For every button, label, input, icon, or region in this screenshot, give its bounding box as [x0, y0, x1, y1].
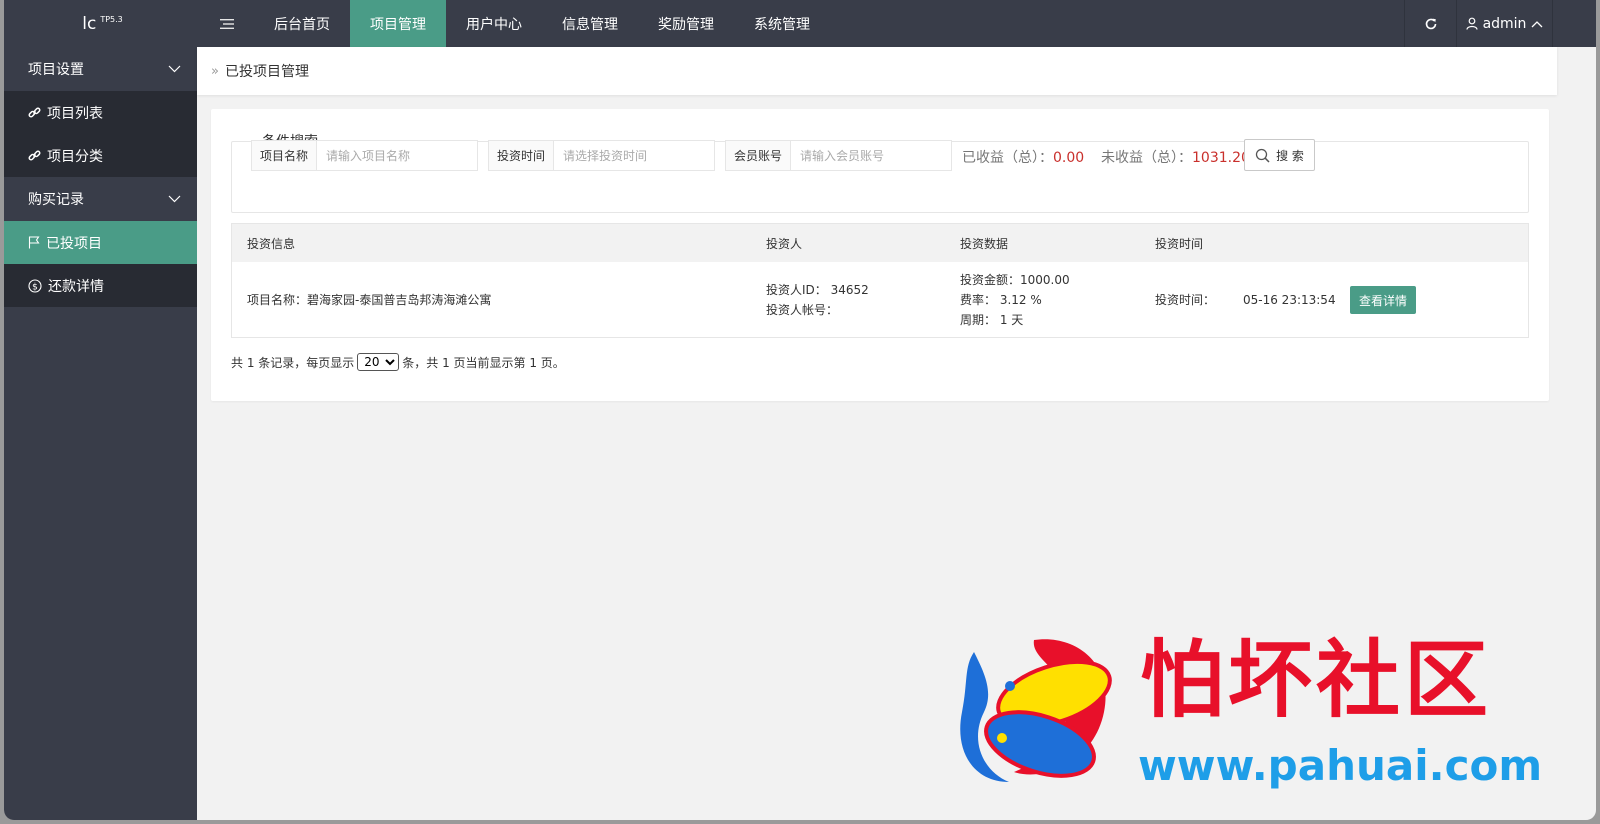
nav-home[interactable]: 后台首页 — [254, 0, 350, 47]
sidebar: 项目设置 项目列表 项目分类 购买记录 已投项目 $ 还款详情 — [4, 47, 197, 820]
app-window: lc TP5.3 后台首页 项目管理 用户中心 信息管理 奖励管理 系统管理 ad… — [4, 0, 1596, 820]
brand-name: lc — [82, 13, 97, 34]
sidebar-item-label: 项目分类 — [47, 148, 103, 165]
search-button-label: 搜 索 — [1276, 148, 1304, 163]
pending-total: 未收益（总）：1031.20 — [1101, 147, 1250, 167]
invest-time-label: 投资时间： — [1155, 292, 1216, 307]
pending-value: 1031.20 — [1192, 150, 1250, 166]
nav-reward-management[interactable]: 奖励管理 — [638, 0, 734, 47]
search-icon — [1255, 148, 1270, 163]
page-size-select[interactable]: 20 — [357, 353, 400, 371]
chevron-up-icon — [1531, 20, 1543, 27]
sidebar-item-repayment-details[interactable]: $ 还款详情 — [4, 264, 197, 307]
sidebar-item-project-list[interactable]: 项目列表 — [4, 91, 197, 134]
sidebar-item-label: 项目列表 — [47, 105, 103, 122]
top-bar: lc TP5.3 后台首页 项目管理 用户中心 信息管理 奖励管理 系统管理 ad… — [4, 0, 1596, 47]
column-header-invest-time: 投资时间 — [1155, 236, 1204, 251]
sidebar-item-project-category[interactable]: 项目分类 — [4, 134, 197, 177]
project-name-value: 项目名称：碧海家园-泰国普吉岛邦涛海滩公寓 — [247, 292, 492, 307]
page-title: 已投项目管理 — [224, 64, 309, 80]
invest-amount: 投资金额：1000.00 — [960, 272, 1070, 287]
search-button[interactable]: 搜 索 — [1244, 139, 1315, 171]
chevron-down-icon — [168, 195, 181, 203]
column-header-invest-data: 投资数据 — [960, 236, 1009, 251]
invest-time-input[interactable] — [554, 141, 714, 170]
project-name-field: 项目名称 — [251, 140, 478, 171]
invest-table: 投资信息 投资人 投资数据 投资时间 项目名称：碧海家园-泰国普吉岛邦涛海滩公寓… — [231, 223, 1529, 338]
cell-project: 项目名称：碧海家园-泰国普吉岛邦涛海滩公寓 — [247, 262, 491, 337]
project-name-input[interactable] — [317, 141, 477, 170]
sidebar-group-purchase-records[interactable]: 购买记录 — [4, 177, 197, 221]
field-label: 会员账号 — [726, 141, 792, 170]
link-icon — [28, 107, 41, 118]
pager-suffix: 条，共 1 页当前显示第 1 页。 — [402, 355, 565, 370]
nav-info-management[interactable]: 信息管理 — [542, 0, 638, 47]
sidebar-group-label: 购买记录 — [28, 192, 84, 208]
content-card: 条件搜索 项目名称 投资时间 会员账号 已收益（总）：0.00 未收益（总）：1… — [211, 109, 1549, 401]
link-icon — [28, 150, 41, 161]
watermark-fish-logo — [954, 632, 1124, 792]
username: admin — [1482, 15, 1527, 32]
member-account-field: 会员账号 — [725, 140, 952, 171]
refresh-icon[interactable] — [1404, 0, 1456, 47]
nav-scroll-right[interactable] — [1552, 0, 1596, 47]
cell-invest-data: 投资金额：1000.00 费率： 3.12 % 周期： 1 天 — [960, 262, 1070, 337]
investor-account: 投资人帐号： — [766, 302, 839, 317]
table-row: 项目名称：碧海家园-泰国普吉岛邦涛海滩公寓 投资人ID： 34652 投资人帐号… — [232, 262, 1528, 337]
field-label: 项目名称 — [252, 141, 318, 170]
cell-time-value: 05-16 23:13:54 — [1243, 262, 1336, 337]
nav-system-management[interactable]: 系统管理 — [734, 0, 830, 47]
cell-time-label: 投资时间： — [1155, 262, 1215, 337]
view-details-button[interactable]: 查看详情 — [1350, 286, 1416, 314]
flag-icon — [28, 236, 40, 249]
nav-user-center[interactable]: 用户中心 — [446, 0, 542, 47]
chevron-down-icon — [168, 65, 181, 73]
menu-toggle-icon[interactable] — [204, 0, 250, 47]
svg-text:$: $ — [32, 282, 38, 292]
dollar-icon: $ — [28, 278, 42, 293]
brand-logo[interactable]: lc TP5.3 — [4, 0, 201, 47]
column-header-invest-info: 投资信息 — [247, 236, 296, 251]
earned-value: 0.00 — [1053, 150, 1085, 166]
invest-rate: 费率： 3.12 % — [960, 292, 1042, 307]
breadcrumb-separator-icon: » — [211, 63, 219, 79]
invest-time-value: 05-16 23:13:54 — [1243, 292, 1336, 307]
watermark-text: 怕坏社区 — [1140, 630, 1493, 729]
breadcrumb: » 已投项目管理 — [197, 47, 1557, 95]
sidebar-group-label: 项目设置 — [28, 62, 84, 78]
earned-label: 已收益（总）： — [962, 150, 1053, 166]
sidebar-item-label: 已投项目 — [46, 235, 102, 252]
top-nav: 后台首页 项目管理 用户中心 信息管理 奖励管理 系统管理 — [254, 0, 830, 47]
pending-label: 未收益（总）： — [1101, 150, 1192, 166]
watermark-url: www.pahuai.com — [1138, 741, 1543, 790]
sidebar-group-project-settings[interactable]: 项目设置 — [4, 47, 197, 91]
user-icon — [1465, 17, 1478, 30]
brand-version: TP5.3 — [100, 15, 123, 24]
top-right-tools: admin — [1404, 0, 1596, 47]
cell-investor: 投资人ID： 34652 投资人帐号： — [766, 262, 869, 337]
earned-total: 已收益（总）：0.00 — [962, 147, 1084, 167]
sidebar-item-invested-projects[interactable]: 已投项目 — [4, 221, 197, 264]
invest-period: 周期： 1 天 — [960, 312, 1024, 327]
column-header-investor: 投资人 — [766, 236, 803, 251]
member-account-input[interactable] — [791, 141, 951, 170]
investor-id: 投资人ID： 34652 — [766, 282, 869, 297]
sidebar-item-label: 还款详情 — [48, 278, 104, 295]
nav-project-management[interactable]: 项目管理 — [350, 0, 446, 47]
invest-time-field: 投资时间 — [488, 140, 715, 171]
field-label: 投资时间 — [489, 141, 555, 170]
pagination: 共 1 条记录，每页显示 20 条，共 1 页当前显示第 1 页。 — [231, 353, 565, 371]
pager-prefix: 共 1 条记录，每页显示 — [231, 355, 355, 370]
table-header: 投资信息 投资人 投资数据 投资时间 — [232, 224, 1528, 262]
user-menu[interactable]: admin — [1456, 0, 1552, 47]
